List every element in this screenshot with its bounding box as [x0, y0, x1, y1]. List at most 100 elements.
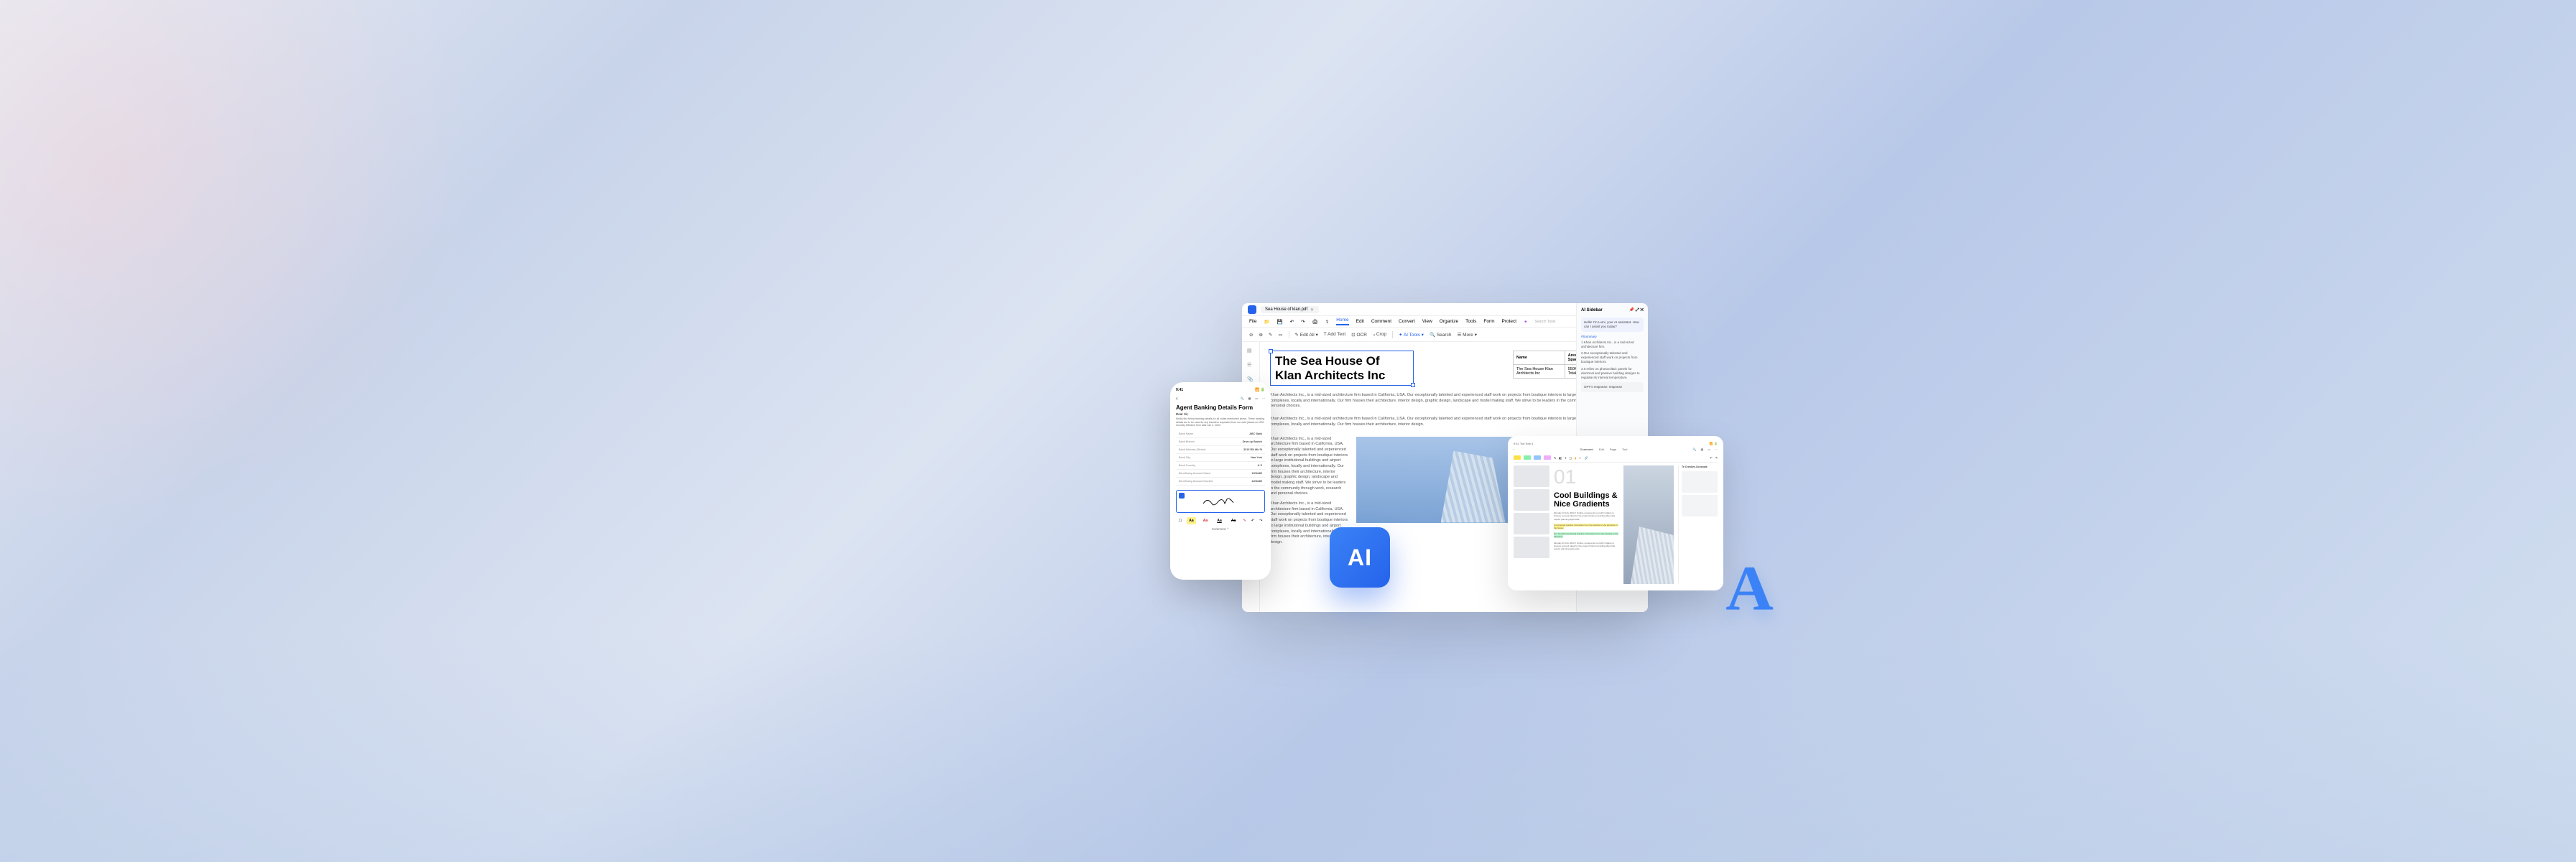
- add-text-button[interactable]: T Add Text: [1324, 332, 1346, 337]
- tablet-document: 01 Cool Buildings & Nice Gradients Monda…: [1554, 465, 1619, 584]
- menu-comment[interactable]: Comment: [1371, 319, 1391, 324]
- ai-app-icon[interactable]: AI: [1330, 527, 1390, 588]
- thumb[interactable]: [1514, 489, 1549, 511]
- form-row: Bank BranchDrive-up Branch: [1176, 438, 1265, 446]
- strike-button[interactable]: Aa: [1229, 517, 1238, 524]
- signature-field[interactable]: [1176, 490, 1265, 513]
- menu-edit[interactable]: Edit: [1356, 319, 1364, 324]
- zoom-in-icon[interactable]: ⊕: [1259, 332, 1262, 338]
- search-tools-input[interactable]: Search Tools: [1535, 320, 1556, 324]
- row-value: U.S: [1258, 464, 1262, 467]
- form-body: Kindly find below banking details for al…: [1176, 417, 1265, 427]
- pen-icon[interactable]: ✎: [1554, 456, 1556, 460]
- menu-file[interactable]: File: [1249, 319, 1256, 324]
- thumb[interactable]: [1514, 537, 1549, 558]
- undo-icon[interactable]: ↶: [1710, 456, 1712, 460]
- form-row: Bank Address (Street)3015 RN 8th St: [1176, 446, 1265, 454]
- checkbox-icon[interactable]: ☐: [1179, 519, 1182, 523]
- more-icon[interactable]: ⋯: [1715, 448, 1718, 451]
- hl-blue-button[interactable]: [1534, 455, 1541, 460]
- tab-tool[interactable]: Tool: [1622, 448, 1627, 451]
- form-rows: Bank NameABC BankBank BranchDrive-up Bra…: [1176, 430, 1265, 486]
- print-icon[interactable]: 🖨: [1312, 319, 1318, 325]
- panel-block: [1682, 471, 1718, 493]
- redo-icon[interactable]: ↷: [1259, 519, 1262, 523]
- ai-tools-button[interactable]: ✦ AI Tools ▾: [1399, 332, 1424, 338]
- right-panel: Te Creative-Concepts: [1678, 465, 1718, 584]
- search-button[interactable]: 🔍 Search: [1430, 332, 1452, 338]
- search-icon[interactable]: 🔍: [1240, 397, 1243, 400]
- row-key: Bank Name: [1179, 432, 1193, 435]
- more-icon[interactable]: ⋯: [1262, 397, 1265, 400]
- more-button[interactable]: ☰ More ▾: [1457, 332, 1477, 338]
- menu-protect[interactable]: Protect: [1502, 319, 1517, 324]
- row-key: Beneficiary Account Number: [1179, 480, 1213, 483]
- ai-sparkle-icon[interactable]: ✦: [1524, 319, 1527, 325]
- bookmark-icon[interactable]: ▭: [1255, 397, 1258, 400]
- menu-convert[interactable]: Convert: [1399, 319, 1415, 324]
- bookmarks-icon[interactable]: ☰: [1247, 362, 1254, 369]
- row-key: Bank Address (Street): [1179, 448, 1205, 451]
- close-ai-icon[interactable]: ✕: [1640, 308, 1644, 312]
- row-value: New York: [1251, 456, 1262, 459]
- phone-toolbar: ☐ Aa Aa Aa Aa ✎ ↶ ↷: [1176, 517, 1265, 524]
- doc-title: The Sea House Of Klan Architects Inc: [1275, 354, 1409, 382]
- ai-greeting: Hello! I'm Lumi, your AI assistant. How …: [1581, 318, 1644, 332]
- thumbnails-icon[interactable]: ▤: [1247, 348, 1254, 355]
- salutation: Dear Sir,: [1176, 412, 1265, 416]
- grid-icon[interactable]: ▦: [1700, 448, 1703, 451]
- hl-yellow-button[interactable]: [1514, 455, 1521, 460]
- thumb[interactable]: [1514, 465, 1549, 487]
- eraser-icon[interactable]: ◧: [1559, 456, 1562, 460]
- expand-icon[interactable]: ⤢: [1636, 308, 1639, 312]
- row-key: Bank Country: [1179, 464, 1195, 467]
- tab-page[interactable]: Page: [1610, 448, 1616, 451]
- zoom-out-icon[interactable]: ⊖: [1249, 332, 1253, 338]
- pen-icon[interactable]: ✎: [1243, 519, 1246, 523]
- edit-all-button[interactable]: ✎ Edit All ▾: [1295, 332, 1318, 338]
- menu-organize[interactable]: Organize: [1440, 319, 1458, 324]
- back-icon[interactable]: ‹: [1176, 395, 1178, 402]
- open-icon[interactable]: 📁: [1264, 319, 1269, 325]
- tab-edit[interactable]: Edit: [1599, 448, 1604, 451]
- shape-icon[interactable]: ◻: [1570, 456, 1572, 460]
- underline-button[interactable]: Aa: [1215, 517, 1223, 524]
- doc-para-2: Monday 23 July 2023 // Outline movements…: [1554, 542, 1619, 551]
- undo-icon[interactable]: ↶: [1251, 519, 1254, 523]
- highlight-icon[interactable]: ✎: [1269, 332, 1272, 338]
- note-icon[interactable]: ▮: [1575, 456, 1576, 460]
- grid-icon[interactable]: ▦: [1248, 397, 1251, 400]
- document-tab[interactable]: Sea House of klan.pdf ✕: [1261, 306, 1319, 313]
- menu-tools[interactable]: Tools: [1465, 319, 1476, 324]
- comment-tab[interactable]: Comment ⌃: [1176, 527, 1265, 532]
- column-text-1: Khan Architects Inc., is a mid-sized arc…: [1270, 437, 1349, 498]
- summary-item-2: 2.Our exceptionally talented and experie…: [1581, 351, 1644, 364]
- thumb[interactable]: [1514, 513, 1549, 534]
- highlight-yellow-button[interactable]: Aa: [1187, 517, 1195, 524]
- tab-comment[interactable]: Comment: [1580, 448, 1593, 451]
- bookmark-icon[interactable]: ▭: [1708, 448, 1710, 451]
- text-icon[interactable]: T: [1565, 456, 1566, 460]
- redo-icon[interactable]: ↷: [1301, 319, 1305, 325]
- pin-icon[interactable]: 📌: [1629, 308, 1634, 312]
- text-red-button[interactable]: Aa: [1201, 517, 1210, 524]
- hl-pink-button[interactable]: [1544, 455, 1551, 460]
- ocr-button[interactable]: ⊡ OCR: [1351, 332, 1367, 338]
- search-icon[interactable]: 🔍: [1692, 448, 1696, 451]
- hl-green-button[interactable]: [1524, 455, 1531, 460]
- link-icon[interactable]: 🔗: [1584, 456, 1588, 460]
- undo-icon[interactable]: ↶: [1290, 319, 1294, 325]
- menu-form[interactable]: Form: [1483, 319, 1494, 324]
- stamp-icon[interactable]: ✓: [1579, 456, 1581, 460]
- decorative-letter-a-icon: A: [1725, 553, 1774, 626]
- close-icon[interactable]: ✕: [1310, 307, 1315, 312]
- tablet-device: 9:41 Tue Sep 4 📶 🔋 ‹ Comment Edit Page T…: [1508, 436, 1723, 590]
- selected-title-block[interactable]: The Sea House Of Klan Architects Inc: [1270, 351, 1414, 386]
- menu-view[interactable]: View: [1422, 319, 1432, 324]
- crop-button[interactable]: ⟓ Crop: [1373, 332, 1386, 338]
- redo-icon[interactable]: ↷: [1715, 456, 1718, 460]
- page-icon[interactable]: ▭: [1278, 332, 1282, 338]
- share-icon[interactable]: ⇪: [1325, 319, 1329, 325]
- save-icon[interactable]: 💾: [1277, 319, 1283, 325]
- menu-home[interactable]: Home: [1336, 318, 1348, 325]
